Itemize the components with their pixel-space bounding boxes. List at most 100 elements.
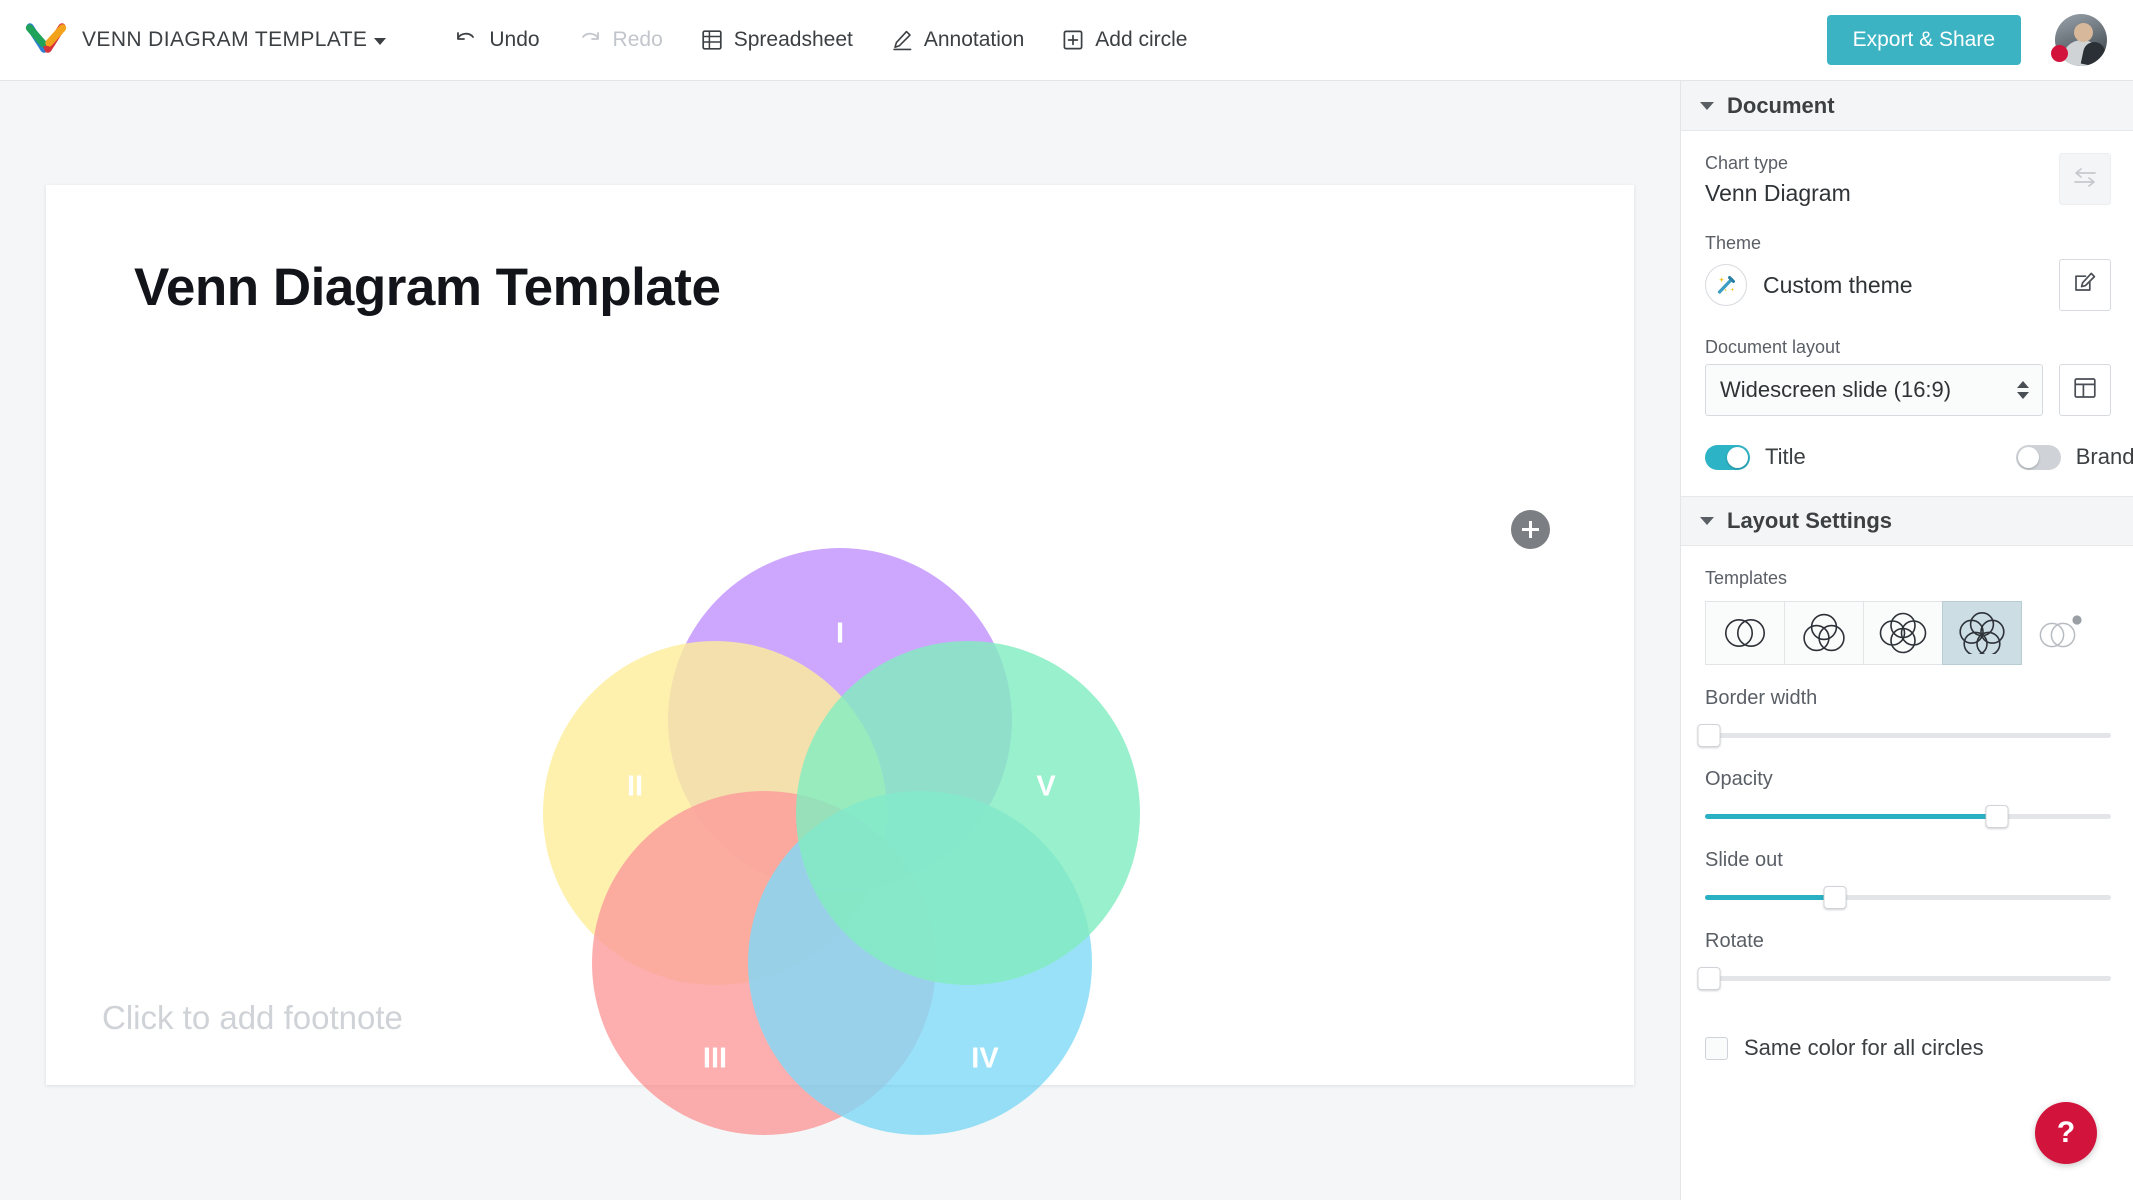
venn-label-iii: III	[703, 1043, 727, 1075]
venn-custom-icon	[2030, 611, 2092, 655]
venn-3-circle-template[interactable]	[1784, 601, 1864, 665]
document-layout-value: Widescreen slide (16:9)	[1720, 377, 1951, 403]
opacity-label: Opacity	[1705, 768, 2111, 791]
theme-value: Custom theme	[1763, 272, 1913, 299]
slide-title[interactable]: Venn Diagram Template	[134, 257, 720, 318]
opacity-slider-block: Opacity	[1705, 768, 2111, 827]
templates-row	[1705, 601, 2111, 665]
document-section-body: Chart type Venn Diagram	[1681, 131, 2133, 496]
border-width-slider-block: Border width	[1705, 687, 2111, 746]
footnote-placeholder[interactable]: Click to add footnote	[102, 999, 403, 1037]
venn-label-iv: IV	[971, 1043, 999, 1075]
venn-diagram[interactable]: I II III IV V	[530, 515, 1150, 1115]
venn-4-circle-template[interactable]	[1863, 601, 1943, 665]
theme-row: Theme Custom t	[1705, 233, 2111, 311]
slide-out-slider-block: Slide out	[1705, 849, 2111, 908]
annotation-label: Annotation	[924, 28, 1024, 52]
document-layout-row: Widescreen slide (16:9)	[1705, 364, 2111, 416]
select-stepper-arrows-icon	[2017, 381, 2029, 399]
title-toggle[interactable]: Title	[1705, 444, 1806, 470]
layout-grid-icon	[2072, 375, 2098, 406]
chart-type-group: Chart type Venn Diagram	[1705, 153, 1851, 207]
rotate-slider[interactable]	[1705, 967, 2111, 989]
same-color-checkbox-row[interactable]: Same color for all circles	[1705, 1035, 2111, 1061]
pencil-annotation-icon	[891, 29, 913, 51]
border-width-slider[interactable]	[1705, 724, 2111, 746]
caret-down-icon[interactable]	[374, 38, 386, 45]
venn-label-i: I	[836, 618, 844, 650]
layout-settings-body: Templates	[1681, 546, 2133, 1061]
border-width-label: Border width	[1705, 687, 2111, 710]
triangle-down-icon[interactable]	[1700, 102, 1714, 110]
branding-switch[interactable]	[2016, 445, 2061, 470]
document-layout-group: Document layout Widescreen slide (16:9)	[1705, 337, 2111, 416]
slide-out-slider[interactable]	[1705, 886, 2111, 908]
canvas-area: Venn Diagram Template I II III	[0, 81, 1680, 1200]
help-button[interactable]: ?	[2035, 1102, 2097, 1164]
rotate-label: Rotate	[1705, 930, 2111, 953]
toolbar-tools: Undo Redo Spreadsheet	[438, 19, 1203, 61]
venn-2-circle-template[interactable]	[1705, 601, 1785, 665]
undo-button[interactable]: Undo	[438, 19, 555, 61]
document-title-text: VENN DIAGRAM TEMPLATE	[82, 28, 367, 52]
redo-button[interactable]: Redo	[562, 19, 679, 61]
same-color-label: Same color for all circles	[1744, 1035, 1984, 1061]
visme-v-logo-icon[interactable]	[24, 18, 68, 62]
layout-options-button[interactable]	[2059, 364, 2111, 416]
spreadsheet-button[interactable]: Spreadsheet	[685, 19, 869, 61]
branding-toggle-label: Branding	[2076, 444, 2133, 470]
undo-arrow-icon	[454, 30, 478, 50]
top-toolbar: VENN DIAGRAM TEMPLATE Undo	[0, 0, 2133, 81]
chart-type-label: Chart type	[1705, 153, 1851, 174]
theme-value-row[interactable]: Custom theme	[1705, 264, 1913, 306]
swap-chart-type-button[interactable]	[2059, 153, 2111, 205]
layout-settings-section-header[interactable]: Layout Settings	[1681, 496, 2133, 546]
spreadsheet-label: Spreadsheet	[734, 28, 853, 52]
venn-4-circle-icon	[1877, 612, 1929, 654]
topbar-right-actions: Export & Share	[1827, 14, 2107, 66]
venn-custom-template[interactable]	[2021, 601, 2101, 665]
add-circle-button[interactable]: Add circle	[1046, 19, 1203, 61]
notification-dot	[2051, 45, 2068, 62]
add-circle-fab-plus-icon[interactable]	[1511, 510, 1550, 549]
document-section-header[interactable]: Document	[1681, 81, 2133, 131]
opacity-slider[interactable]	[1705, 805, 2111, 827]
venn-label-v: V	[1036, 771, 1056, 803]
redo-label: Redo	[613, 28, 663, 52]
document-section-title: Document	[1727, 93, 1835, 119]
same-color-checkbox[interactable]	[1705, 1037, 1728, 1060]
redo-arrow-icon	[578, 30, 602, 50]
swap-arrows-icon	[2071, 166, 2099, 193]
venn-circle-v	[796, 641, 1140, 985]
document-toggles: Title Branding	[1705, 444, 2111, 496]
chart-type-value: Venn Diagram	[1705, 180, 1851, 207]
title-switch[interactable]	[1705, 445, 1750, 470]
venn-5-circle-icon	[1956, 612, 2008, 654]
document-layout-label: Document layout	[1705, 337, 2111, 358]
export-and-share-button[interactable]: Export & Share	[1827, 15, 2021, 65]
edit-pencil-icon	[2072, 270, 2098, 301]
slide-canvas[interactable]: Venn Diagram Template I II III	[46, 185, 1634, 1085]
add-square-plus-icon	[1062, 29, 1084, 51]
venn-label-ii: II	[627, 771, 643, 803]
layout-settings-section-title: Layout Settings	[1727, 508, 1892, 534]
workspace: Venn Diagram Template I II III	[0, 81, 2133, 1200]
chart-type-row: Chart type Venn Diagram	[1705, 153, 2111, 207]
rotate-slider-block: Rotate	[1705, 930, 2111, 989]
slide-out-label: Slide out	[1705, 849, 2111, 872]
annotation-button[interactable]: Annotation	[875, 19, 1040, 61]
spreadsheet-grid-icon	[701, 29, 723, 51]
right-settings-panel: Document Chart type Venn Diagram	[1680, 81, 2133, 1200]
document-layout-select[interactable]: Widescreen slide (16:9)	[1705, 364, 2043, 416]
avatar-area[interactable]	[2055, 14, 2107, 66]
brand-area[interactable]: VENN DIAGRAM TEMPLATE	[24, 18, 386, 62]
templates-label: Templates	[1705, 568, 2111, 589]
venn-5-circle-template[interactable]	[1942, 601, 2022, 665]
branding-toggle[interactable]: Branding	[2016, 444, 2133, 470]
edit-theme-button[interactable]	[2059, 259, 2111, 311]
document-title-menu[interactable]: VENN DIAGRAM TEMPLATE	[82, 28, 386, 52]
triangle-down-icon[interactable]	[1700, 517, 1714, 525]
title-toggle-label: Title	[1765, 444, 1806, 470]
undo-label: Undo	[489, 28, 539, 52]
venn-3-circle-icon	[1798, 612, 1850, 654]
